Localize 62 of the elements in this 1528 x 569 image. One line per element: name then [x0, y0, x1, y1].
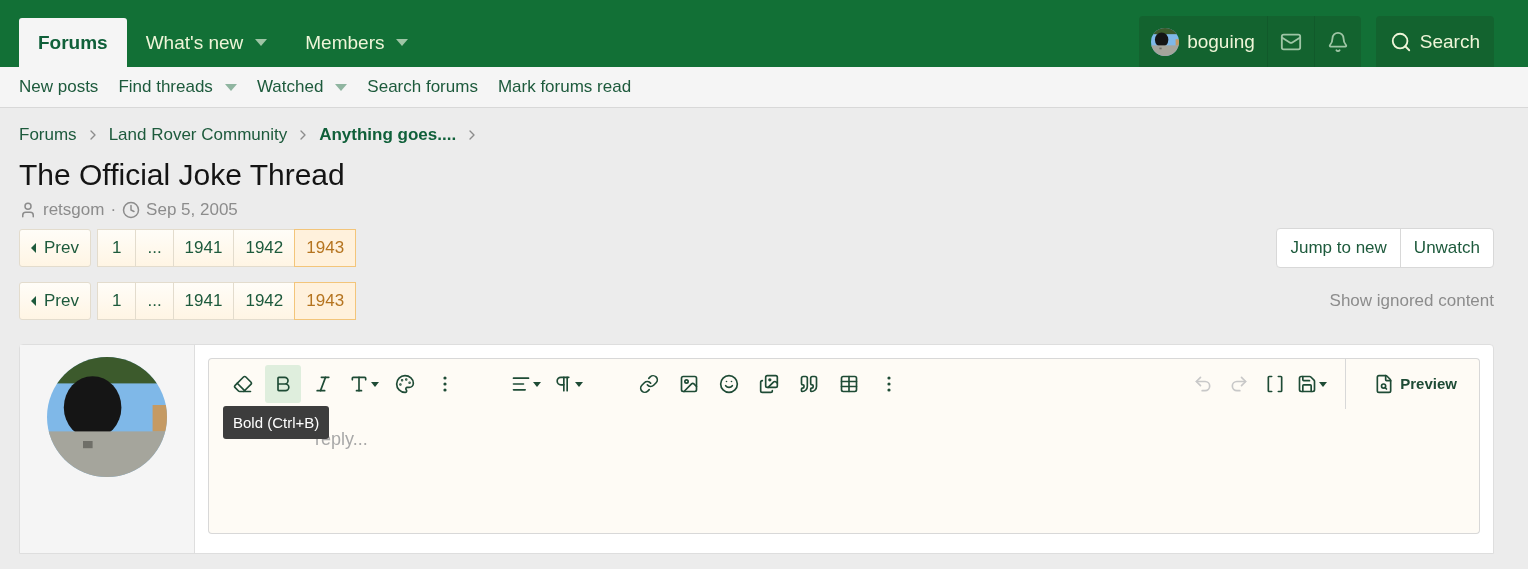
page-link[interactable]: ... [135, 229, 174, 267]
more-icon [887, 376, 891, 392]
page-link[interactable]: 1942 [233, 282, 296, 320]
subnav-link[interactable]: Search forums [357, 77, 488, 97]
thread-author: retsgom [43, 200, 105, 220]
caret-icon [255, 39, 268, 46]
quote-icon [799, 374, 819, 394]
breadcrumb-link[interactable]: Anything goes.... [319, 125, 457, 145]
user-icon [19, 201, 37, 219]
palette-icon [395, 374, 415, 394]
bell-icon [1326, 30, 1349, 53]
page-link[interactable]: ... [135, 282, 174, 320]
smiley-icon [719, 374, 739, 394]
thread-action-button[interactable]: Unwatch [1399, 229, 1493, 267]
breadcrumb-link[interactable]: Land Rover Community [108, 125, 288, 145]
nav-tab[interactable]: Members [286, 18, 428, 67]
toolbar-button[interactable] [265, 365, 301, 403]
search-icon [1389, 30, 1412, 53]
caret-icon [224, 83, 237, 91]
page-link[interactable]: 1942 [233, 229, 296, 267]
caret-icon [335, 83, 348, 91]
caret-icon [575, 381, 583, 387]
thread-title: The Official Joke Thread [19, 158, 346, 192]
breadcrumb-link[interactable]: Forums [19, 125, 77, 145]
page-link[interactable]: 1 [96, 229, 137, 267]
subnav-link[interactable]: Watched [246, 77, 358, 97]
gallery-icon [759, 374, 779, 394]
redo-icon [1229, 374, 1250, 394]
thread-action-button[interactable]: Jump to new [1277, 229, 1400, 267]
eraser-icon [233, 374, 253, 394]
caret-icon [31, 243, 36, 253]
page-link[interactable]: 1 [96, 282, 137, 320]
italic-icon [313, 374, 333, 394]
subnav-link[interactable]: Find threads [108, 77, 247, 97]
tooltip: Bold (Ctrl+B) [223, 406, 330, 439]
clock-icon [122, 201, 141, 219]
subnav-link[interactable]: New posts [9, 77, 109, 97]
caret-icon [371, 381, 379, 387]
subnav-link[interactable]: Mark forums read [487, 77, 642, 97]
caret-icon [396, 39, 409, 46]
brackets-icon [1265, 374, 1286, 394]
image-icon [679, 374, 699, 394]
align-icon [511, 374, 531, 394]
text-size-icon [349, 374, 369, 394]
nav-tab[interactable]: What's new [126, 18, 287, 67]
search-button[interactable]: Search [1375, 16, 1494, 67]
prev-page-button[interactable]: Prev [19, 282, 91, 320]
page-link[interactable]: 1941 [172, 282, 235, 320]
table-icon [839, 374, 859, 394]
caret-icon [31, 296, 36, 306]
link-icon [639, 374, 659, 394]
nav-tab[interactable]: Forums [19, 18, 127, 67]
save-icon [1297, 374, 1318, 394]
page-link[interactable]: 1941 [172, 229, 235, 267]
prev-page-button[interactable]: Prev [19, 229, 91, 267]
separator-dot: · [110, 200, 117, 220]
preview-icon [1374, 373, 1395, 394]
caret-icon [1319, 381, 1328, 387]
more-icon [443, 376, 447, 392]
paragraph-icon [553, 374, 573, 394]
caret-icon [533, 381, 541, 387]
thread-date: Sep 5, 2005 [146, 200, 238, 220]
